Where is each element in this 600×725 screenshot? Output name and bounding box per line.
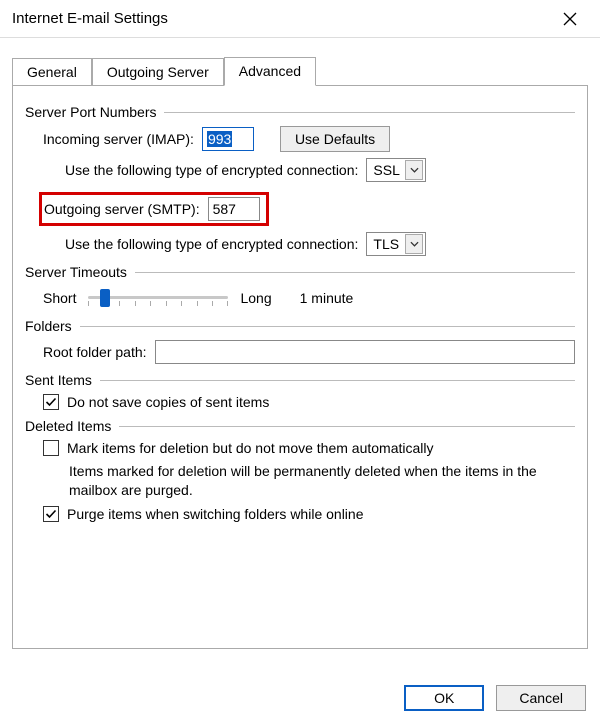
outgoing-server-label: Outgoing server (SMTP): [44, 201, 200, 217]
chevron-down-icon [405, 160, 423, 180]
outgoing-port-input[interactable] [208, 197, 260, 221]
incoming-encryption-select[interactable]: SSL [366, 158, 426, 182]
divider [135, 272, 575, 273]
chevron-down-icon [405, 234, 423, 254]
dialog-footer: OK Cancel [404, 685, 586, 711]
ok-button[interactable]: OK [404, 685, 484, 711]
mark-deletion-label: Mark items for deletion but do not move … [67, 440, 434, 456]
root-folder-input[interactable] [155, 340, 575, 364]
incoming-encryption-label: Use the following type of encrypted conn… [65, 162, 358, 178]
tab-advanced[interactable]: Advanced [224, 57, 316, 86]
tab-general[interactable]: General [12, 58, 92, 86]
group-deleted-title: Deleted Items [25, 418, 111, 434]
outgoing-encryption-label: Use the following type of encrypted conn… [65, 236, 358, 252]
incoming-server-label: Incoming server (IMAP): [43, 131, 194, 147]
timeout-short-label: Short [43, 290, 76, 306]
timeout-long-label: Long [240, 290, 271, 306]
divider [119, 426, 575, 427]
purge-label: Purge items when switching folders while… [67, 506, 363, 522]
incoming-encryption-value: SSL [373, 162, 399, 178]
divider [164, 112, 575, 113]
timeout-slider[interactable] [88, 286, 228, 310]
incoming-port-value: 993 [207, 131, 232, 147]
use-defaults-button[interactable]: Use Defaults [280, 126, 390, 152]
incoming-port-input[interactable]: 993 [202, 127, 254, 151]
purge-checkbox[interactable] [43, 506, 59, 522]
outgoing-highlight: Outgoing server (SMTP): [39, 192, 269, 226]
divider [100, 380, 575, 381]
root-folder-label: Root folder path: [43, 344, 147, 360]
check-icon [45, 396, 57, 408]
tab-outgoing-server[interactable]: Outgoing Server [92, 58, 224, 86]
mark-deletion-checkbox[interactable] [43, 440, 59, 456]
tab-row: General Outgoing Server Advanced [0, 38, 600, 85]
group-folders-title: Folders [25, 318, 72, 334]
advanced-panel: Server Port Numbers Incoming server (IMA… [12, 85, 588, 649]
group-server-ports-title: Server Port Numbers [25, 104, 156, 120]
timeout-value: 1 minute [300, 290, 354, 306]
sent-noncopy-checkbox[interactable] [43, 394, 59, 410]
group-sent-title: Sent Items [25, 372, 92, 388]
sent-noncopy-label: Do not save copies of sent items [67, 394, 269, 410]
check-icon [45, 508, 57, 520]
outgoing-encryption-value: TLS [373, 236, 399, 252]
group-timeouts-title: Server Timeouts [25, 264, 127, 280]
deletion-note: Items marked for deletion will be perman… [69, 462, 575, 500]
divider [80, 326, 575, 327]
window-title: Internet E-mail Settings [12, 10, 168, 27]
close-button[interactable] [550, 4, 590, 34]
cancel-button[interactable]: Cancel [496, 685, 586, 711]
close-icon [563, 12, 577, 26]
outgoing-encryption-select[interactable]: TLS [366, 232, 426, 256]
